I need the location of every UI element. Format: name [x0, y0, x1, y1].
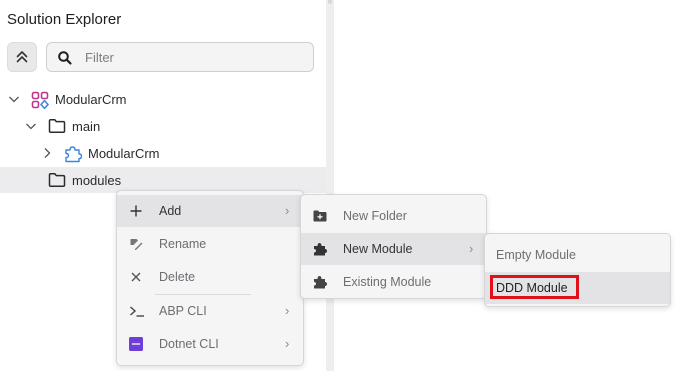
terminal-icon	[130, 306, 144, 317]
folder-icon	[48, 119, 66, 133]
tree-item-label: modules	[72, 173, 122, 188]
dotnet-icon	[129, 337, 143, 351]
tree-item-main-folder[interactable]: main	[0, 113, 326, 139]
filter-input[interactable]	[85, 47, 305, 67]
chevron-right-icon[interactable]	[40, 146, 54, 160]
menu-item-label: New Folder	[343, 209, 407, 223]
solution-icon	[31, 91, 49, 109]
menu-item-dotnet-cli[interactable]: Dotnet CLI ›	[117, 328, 303, 360]
menu-item-label: ABP CLI	[159, 304, 207, 318]
resizer-knob	[328, 0, 332, 4]
menu-item-add[interactable]: Add ›	[117, 195, 303, 227]
collapse-all-button[interactable]	[7, 42, 37, 72]
menu-item-label: Dotnet CLI	[159, 337, 219, 351]
menu-item-label: Existing Module	[343, 275, 432, 289]
context-menu: Add › Rename Delete ABP CLI › Dotnet CLI…	[116, 190, 304, 366]
search-icon	[58, 51, 72, 65]
chevron-right-icon: ›	[285, 303, 290, 318]
chevron-right-icon: ›	[285, 203, 290, 218]
tree-item-label: ModularCrm	[55, 92, 127, 107]
menu-item-existing-module[interactable]: Existing Module	[301, 266, 486, 298]
tree-item-label: main	[72, 119, 101, 134]
menu-item-label: New Module	[343, 242, 413, 256]
rename-icon	[130, 239, 143, 250]
puzzle-icon	[314, 243, 327, 256]
menu-item-new-module[interactable]: New Module ›	[301, 233, 486, 265]
menu-item-delete[interactable]: Delete	[117, 261, 303, 293]
filter-field[interactable]	[46, 42, 314, 72]
puzzle-icon	[314, 276, 327, 289]
add-submenu: New Folder New Module › Existing Module	[300, 194, 487, 299]
menu-item-rename[interactable]: Rename	[117, 228, 303, 260]
close-icon	[131, 272, 141, 282]
module-puzzle-icon	[65, 146, 82, 163]
chevron-down-icon[interactable]	[7, 92, 21, 106]
add-folder-icon	[313, 210, 327, 222]
menu-item-new-folder[interactable]: New Folder	[301, 200, 486, 232]
menu-item-abp-cli[interactable]: ABP CLI ›	[117, 295, 303, 327]
tree-item-label: ModularCrm	[88, 146, 160, 161]
chevron-right-icon: ›	[285, 336, 290, 351]
menu-item-label: Add	[159, 204, 182, 218]
panel-title: Solution Explorer	[7, 11, 122, 28]
plus-icon	[130, 205, 142, 217]
menu-item-label: Delete	[159, 270, 196, 284]
menu-item-label: Empty Module	[496, 248, 576, 262]
tree-item-solution[interactable]: ModularCrm	[0, 86, 326, 112]
chevron-right-icon: ›	[469, 241, 474, 256]
menu-item-label: Rename	[159, 237, 207, 251]
chevrons-up-icon	[16, 51, 28, 63]
folder-icon	[48, 173, 66, 187]
menu-item-empty-module[interactable]: Empty Module	[485, 239, 670, 271]
highlight-outline	[490, 275, 579, 299]
panel-resizer[interactable]	[326, 0, 334, 371]
chevron-down-icon[interactable]	[24, 119, 38, 133]
tree-item-module[interactable]: ModularCrm	[0, 140, 326, 166]
